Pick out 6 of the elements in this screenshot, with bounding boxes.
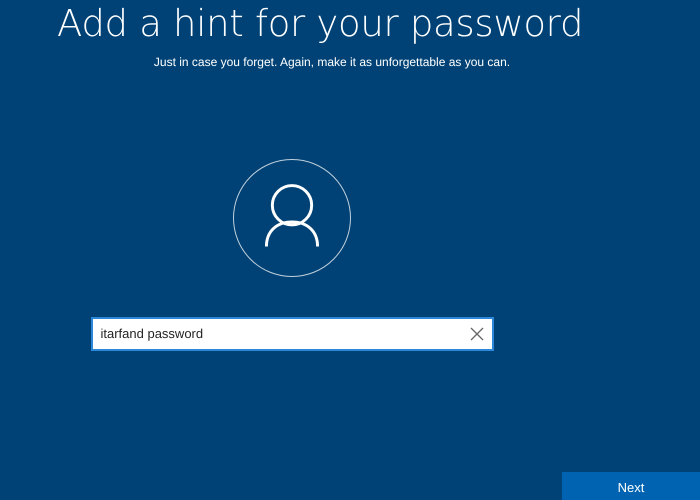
subtitle: Just in case you forget. Again, make it as unforgettable as you can. bbox=[154, 54, 510, 71]
user-avatar-icon bbox=[233, 158, 351, 277]
hint-field[interactable]: itarfand password bbox=[90, 316, 494, 351]
next-button[interactable]: Next bbox=[562, 472, 700, 500]
page-title: Add a hint for your password bbox=[57, 4, 584, 45]
clear-icon[interactable] bbox=[470, 326, 484, 341]
